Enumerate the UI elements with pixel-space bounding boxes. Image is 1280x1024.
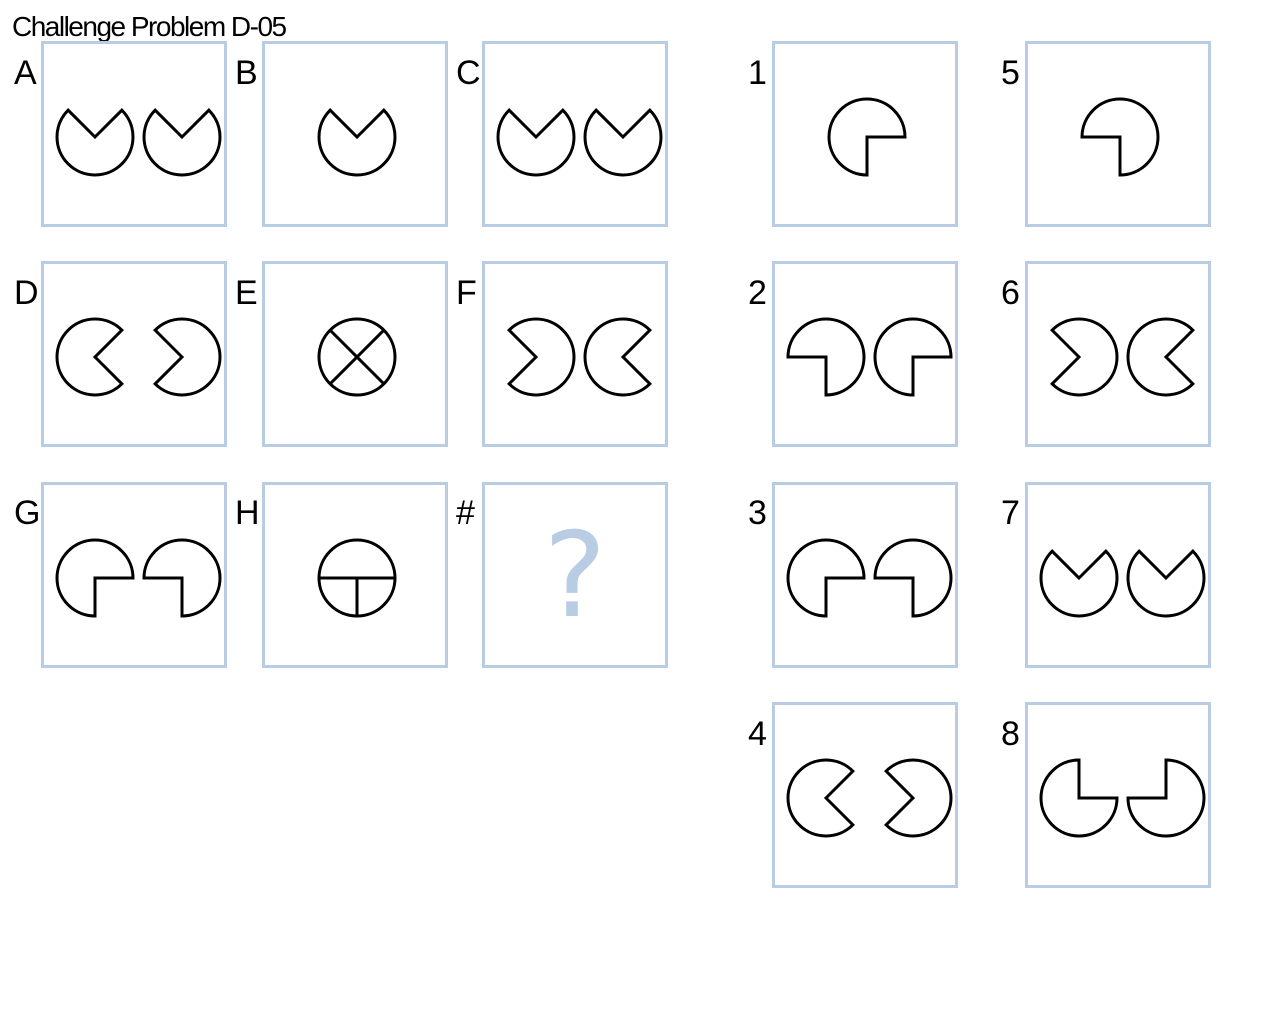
- figure-drawing: [317, 317, 397, 397]
- figure-drawing: [55, 317, 222, 397]
- matrix-cell-missing: ?: [482, 482, 668, 668]
- circle-with-t-shape: [317, 538, 397, 618]
- pacman-up-shape: [1126, 549, 1206, 618]
- pacman-right-shape: [786, 758, 855, 838]
- answer-label-8: 8: [1001, 715, 1020, 753]
- question-mark: ?: [543, 506, 607, 644]
- answer-label-1: 1: [748, 54, 767, 92]
- figure-drawing: [1039, 758, 1206, 838]
- pacman-up-shape: [496, 108, 576, 177]
- three-quarter-circle-shape: [873, 538, 953, 618]
- matrix-cell-b: [262, 41, 448, 227]
- answer-option-7[interactable]: [1025, 482, 1211, 668]
- matrix-cell-f: [482, 261, 668, 447]
- three-quarter-circle-shape: [142, 538, 222, 618]
- three-quarter-circle-shape: [873, 317, 953, 397]
- answer-option-5[interactable]: [1025, 41, 1211, 227]
- pacman-up-shape: [583, 108, 663, 177]
- circle-with-x-shape: [317, 317, 397, 397]
- figure-drawing: [1039, 549, 1206, 618]
- cell-label-h: H: [235, 494, 260, 532]
- pacman-up-shape: [55, 108, 135, 177]
- figure-drawing: [1050, 317, 1195, 397]
- figure-drawing: [827, 97, 907, 177]
- pacman-left-shape: [1050, 317, 1119, 397]
- pacman-right-shape: [1126, 317, 1195, 397]
- cell-label-a: A: [14, 54, 37, 92]
- three-quarter-circle-shape: [786, 317, 866, 397]
- cell-label-b: B: [235, 54, 258, 92]
- answer-option-2[interactable]: [772, 261, 958, 447]
- matrix-cell-e: [262, 261, 448, 447]
- figure-drawing: [317, 538, 397, 618]
- pacman-left-shape: [884, 758, 953, 838]
- figure-drawing: [786, 317, 953, 397]
- matrix-cell-a: [41, 41, 227, 227]
- pacman-left-shape: [507, 317, 576, 397]
- cell-label-e: E: [235, 274, 258, 312]
- three-quarter-circle-shape: [1039, 758, 1119, 838]
- cell-label-f: F: [456, 274, 477, 312]
- matrix-cell-h: [262, 482, 448, 668]
- cell-label-g: G: [14, 494, 40, 532]
- pacman-right-shape: [583, 317, 652, 397]
- answer-option-3[interactable]: [772, 482, 958, 668]
- answer-label-5: 5: [1001, 54, 1020, 92]
- pacman-up-shape: [1039, 549, 1119, 618]
- pacman-left-shape: [153, 317, 222, 397]
- answer-label-3: 3: [748, 494, 767, 532]
- figure-drawing: [496, 108, 663, 177]
- figure-drawing: [1080, 97, 1160, 177]
- figure-drawing: [786, 538, 953, 618]
- answer-label-6: 6: [1001, 274, 1020, 312]
- answer-option-4[interactable]: [772, 702, 958, 888]
- matrix-cell-c: [482, 41, 668, 227]
- three-quarter-circle-shape: [786, 538, 866, 618]
- three-quarter-circle-shape: [55, 538, 135, 618]
- answer-label-7: 7: [1001, 494, 1020, 532]
- pacman-right-shape: [55, 317, 124, 397]
- matrix-cell-g: [41, 482, 227, 668]
- answer-label-2: 2: [748, 274, 767, 312]
- figure-drawing: [55, 538, 222, 618]
- pacman-up-shape: [142, 108, 222, 177]
- figure-drawing: [55, 108, 222, 177]
- three-quarter-circle-shape: [827, 97, 907, 177]
- cell-label-c: C: [456, 54, 481, 92]
- three-quarter-circle-shape: [1080, 97, 1160, 177]
- figure-drawing: [786, 758, 953, 838]
- answer-label-4: 4: [748, 715, 767, 753]
- answer-option-8[interactable]: [1025, 702, 1211, 888]
- answer-option-1[interactable]: [772, 41, 958, 227]
- cell-label-missing: #: [456, 494, 475, 532]
- matrix-cell-d: [41, 261, 227, 447]
- pacman-up-shape: [317, 108, 397, 177]
- three-quarter-circle-shape: [1126, 758, 1206, 838]
- cell-label-d: D: [14, 274, 39, 312]
- figure-drawing: [507, 317, 652, 397]
- figure-drawing: [317, 108, 397, 177]
- answer-option-6[interactable]: [1025, 261, 1211, 447]
